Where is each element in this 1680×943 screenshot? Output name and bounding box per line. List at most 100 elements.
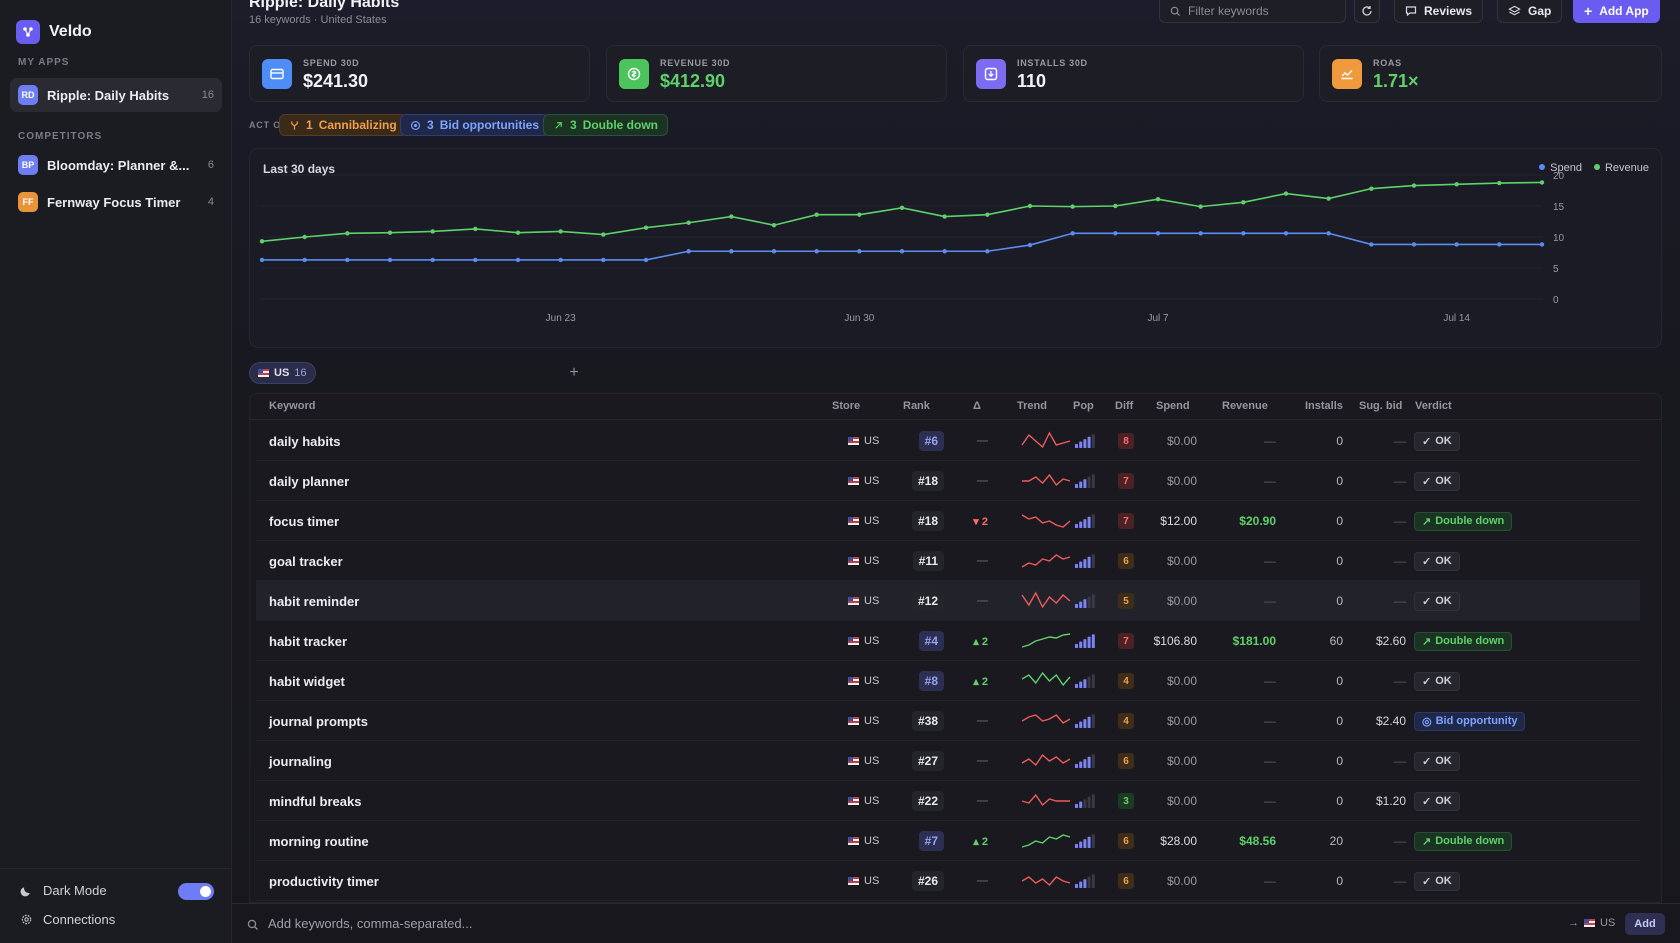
col-pop-header[interactable]: Pop — [1073, 400, 1094, 412]
col-store-header[interactable]: Store — [832, 400, 860, 412]
data-point-revenue[interactable] — [1198, 204, 1203, 209]
verdict-badge[interactable]: ✓ OK — [1414, 751, 1460, 771]
data-point-revenue[interactable] — [771, 223, 777, 228]
data-point-spend[interactable] — [1155, 231, 1161, 236]
add-region-button[interactable]: + — [563, 362, 585, 384]
data-point-spend[interactable] — [387, 257, 393, 263]
data-point-revenue[interactable] — [686, 220, 691, 225]
data-point-spend[interactable] — [1241, 231, 1246, 236]
data-point-spend[interactable] — [1113, 231, 1118, 236]
data-point-revenue[interactable] — [1497, 180, 1502, 186]
data-point-revenue[interactable] — [1326, 196, 1331, 201]
data-point-revenue[interactable] — [1539, 180, 1545, 185]
filter-keywords-input[interactable]: Filter keywords — [1159, 0, 1346, 23]
add-region-selector[interactable]: → US — [1568, 917, 1615, 929]
data-point-revenue[interactable] — [345, 231, 350, 236]
data-point-spend[interactable] — [942, 249, 947, 254]
data-point-revenue[interactable] — [1113, 203, 1118, 209]
data-point-spend[interactable] — [1198, 231, 1203, 236]
data-point-revenue[interactable] — [729, 214, 734, 219]
data-point-spend[interactable] — [1454, 242, 1459, 247]
col-verdict-header[interactable]: Verdict — [1415, 400, 1452, 412]
col-keyword-header[interactable]: Keyword — [269, 400, 315, 412]
data-point-spend[interactable] — [1369, 242, 1374, 247]
data-point-revenue[interactable] — [1454, 182, 1459, 187]
dark-mode-toggle[interactable] — [178, 883, 214, 900]
table-row[interactable]: productivity timer US #26—6 $0.00—0— ✓ OK — [256, 861, 1640, 901]
table-row[interactable]: mindful breaks US #22—3 $0.00—0 $1.20 ✓ OK — [256, 781, 1640, 821]
data-point-revenue[interactable] — [515, 230, 521, 235]
data-point-spend[interactable] — [601, 257, 606, 263]
data-point-revenue[interactable] — [430, 229, 435, 234]
act-on-pill[interactable]: 3 Double down — [543, 114, 669, 136]
data-point-spend[interactable] — [558, 257, 563, 263]
data-point-spend[interactable] — [259, 257, 265, 263]
data-point-revenue[interactable] — [985, 212, 990, 217]
col-revenue-header[interactable]: Revenue — [1222, 400, 1268, 412]
data-point-spend[interactable] — [729, 249, 734, 254]
table-row[interactable]: habit tracker US #4 ▴ 2 7 $106.80 $181.00 60 $2.… — [256, 621, 1640, 661]
data-point-spend[interactable] — [430, 257, 435, 263]
table-row[interactable]: morning routine US #7 ▴ 2 6 $28.00 $48.56 20— ↗ D… — [256, 821, 1640, 861]
add-keywords-input[interactable]: Add keywords, comma-separated... — [268, 916, 472, 931]
verdict-badge[interactable]: ↗ Double down — [1414, 831, 1513, 851]
table-row[interactable]: daily planner US #18—7 $0.00—0— ✓ OK — [256, 461, 1640, 501]
data-point-revenue[interactable] — [942, 214, 947, 219]
col-delta-header[interactable]: Δ — [973, 400, 981, 412]
table-row[interactable]: daily habits US #6—8 $0.00—0— ✓ OK — [256, 421, 1640, 461]
gap-button[interactable]: Gap — [1497, 0, 1563, 23]
data-point-revenue[interactable] — [643, 225, 649, 230]
col-spend-header[interactable]: Spend — [1156, 400, 1190, 412]
data-point-revenue[interactable] — [1070, 204, 1075, 209]
data-point-spend[interactable] — [302, 257, 307, 263]
table-row[interactable]: habit reminder US #12—5 $0.00—0— ✓ OK — [256, 581, 1640, 621]
data-point-spend[interactable] — [985, 249, 990, 254]
data-point-spend[interactable] — [771, 249, 777, 254]
sidebar-app-item[interactable]: BP Bloomday: Planner &... 6 — [10, 148, 222, 182]
data-point-revenue[interactable] — [814, 212, 819, 217]
table-row[interactable]: focus timer US #18 ▾ 2 7 $12.00 $20.90 0— ↗ Doubl… — [256, 501, 1640, 541]
data-point-revenue[interactable] — [1283, 191, 1289, 196]
data-point-revenue[interactable] — [302, 234, 307, 240]
col-trend-header[interactable]: Trend — [1017, 400, 1047, 412]
verdict-badge[interactable]: ✓ OK — [1414, 471, 1460, 491]
data-point-spend[interactable] — [686, 249, 691, 254]
brand[interactable]: Veldo — [16, 20, 92, 44]
data-point-spend[interactable] — [1497, 242, 1502, 247]
data-point-revenue[interactable] — [387, 230, 393, 235]
verdict-badge[interactable]: ◎ Bid opportunity — [1414, 711, 1526, 731]
verdict-badge[interactable]: ✓ OK — [1414, 591, 1460, 611]
table-row[interactable]: habit widget US #8 ▴ 2 4 $0.00—0— ✓ OK — [256, 661, 1640, 701]
data-point-spend[interactable] — [1070, 231, 1075, 236]
verdict-badge[interactable]: ↗ Double down — [1414, 631, 1513, 651]
data-point-revenue[interactable] — [1027, 203, 1033, 209]
verdict-badge[interactable]: ✓ OK — [1414, 551, 1460, 571]
data-point-revenue[interactable] — [857, 212, 862, 217]
data-point-spend[interactable] — [857, 249, 862, 254]
act-on-pill[interactable]: 1 Cannibalizing — [279, 114, 407, 136]
data-point-spend[interactable] — [515, 257, 521, 263]
data-point-spend[interactable] — [1283, 231, 1289, 236]
data-point-spend[interactable] — [473, 257, 478, 263]
refresh-button[interactable] — [1354, 0, 1380, 23]
data-point-revenue[interactable] — [259, 239, 265, 244]
verdict-badge[interactable]: ✓ OK — [1414, 671, 1460, 691]
data-point-spend[interactable] — [345, 257, 350, 263]
data-point-revenue[interactable] — [1411, 183, 1417, 188]
act-on-pill[interactable]: 3 Bid opportunities — [400, 114, 550, 136]
data-point-revenue[interactable] — [558, 229, 563, 234]
data-point-spend[interactable] — [899, 249, 905, 254]
table-row[interactable]: journal prompts US #38—4 $0.00—0 $2.40 ◎ Bid o… — [256, 701, 1640, 741]
sidebar-app-item[interactable]: RD Ripple: Daily Habits 16 — [10, 78, 222, 112]
data-point-revenue[interactable] — [1369, 186, 1374, 191]
data-point-spend[interactable] — [643, 257, 649, 263]
col-rank-header[interactable]: Rank — [903, 400, 930, 412]
data-point-spend[interactable] — [1326, 231, 1331, 236]
verdict-badge[interactable]: ↗ Double down — [1414, 511, 1513, 531]
connections-item[interactable]: Connections — [20, 912, 115, 927]
reviews-button[interactable]: Reviews — [1394, 0, 1484, 23]
data-point-spend[interactable] — [814, 249, 819, 254]
region-chip-us[interactable]: US 16 — [249, 362, 316, 384]
table-row[interactable]: journaling US #27—6 $0.00—0— ✓ OK — [256, 741, 1640, 781]
data-point-spend[interactable] — [1539, 242, 1545, 247]
